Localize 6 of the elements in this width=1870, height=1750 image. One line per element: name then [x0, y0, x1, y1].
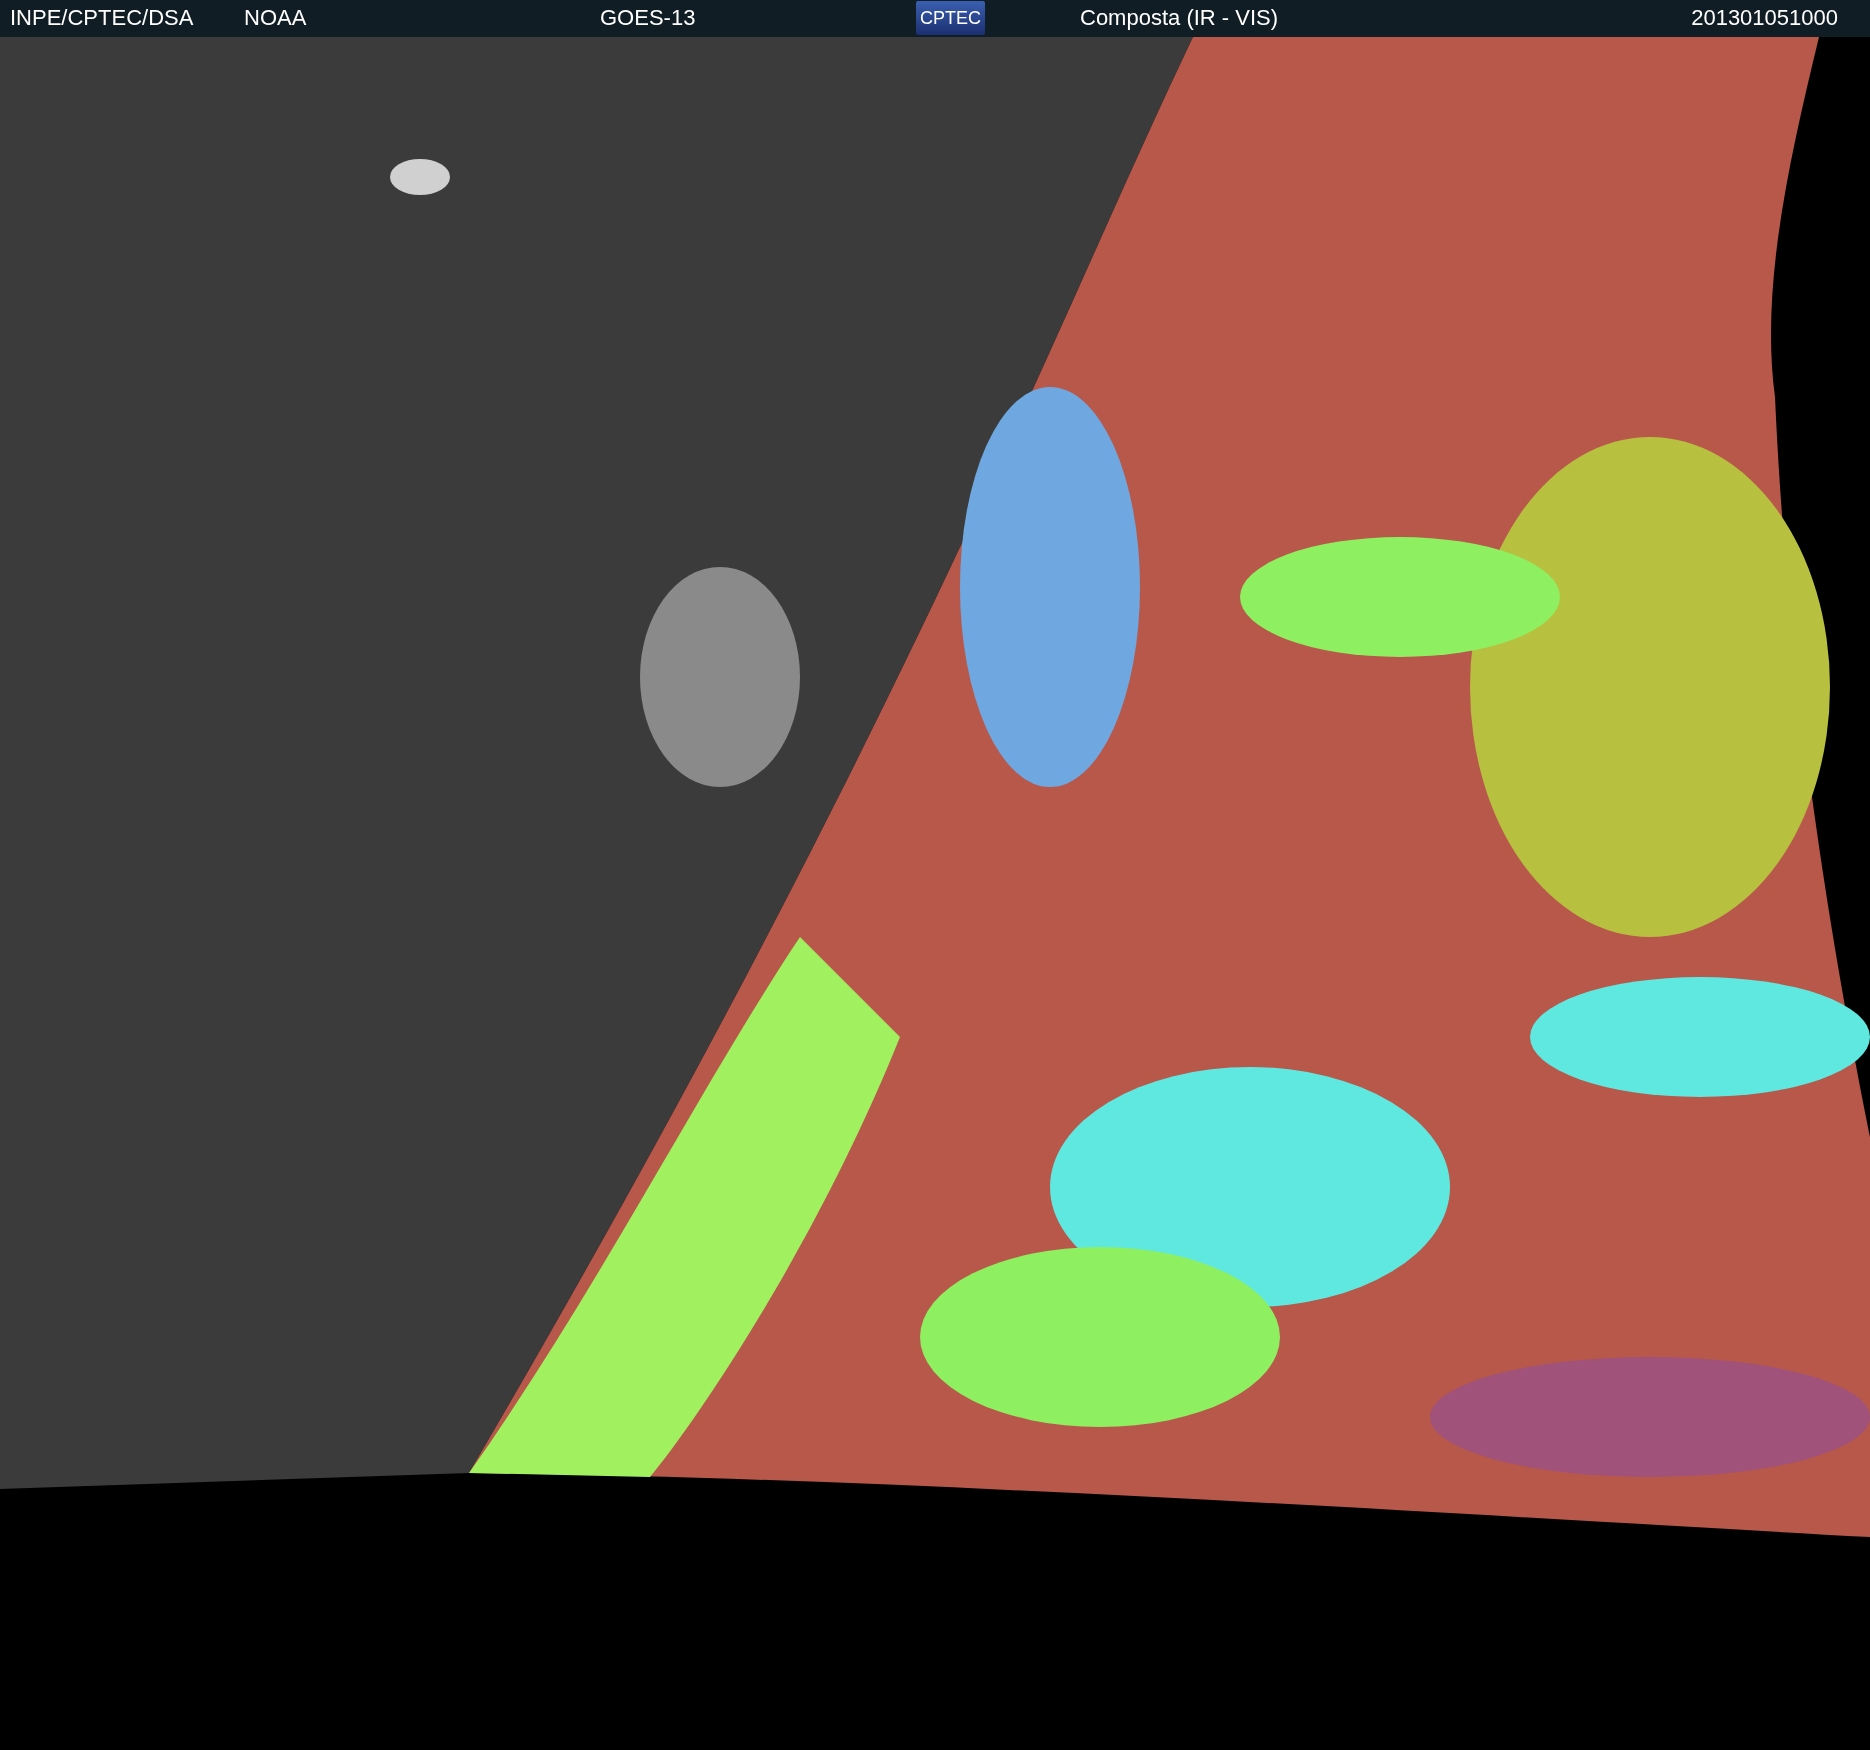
timestamp: 201301051000	[1691, 6, 1838, 30]
source-label: INPE/CPTEC/DSA	[10, 6, 194, 30]
agency-label: NOAA	[244, 6, 307, 30]
satellite-label: GOES-13	[600, 6, 696, 30]
product-title: Composta (IR - VIS)	[1080, 6, 1279, 30]
logo: CPTEC	[916, 1, 985, 35]
